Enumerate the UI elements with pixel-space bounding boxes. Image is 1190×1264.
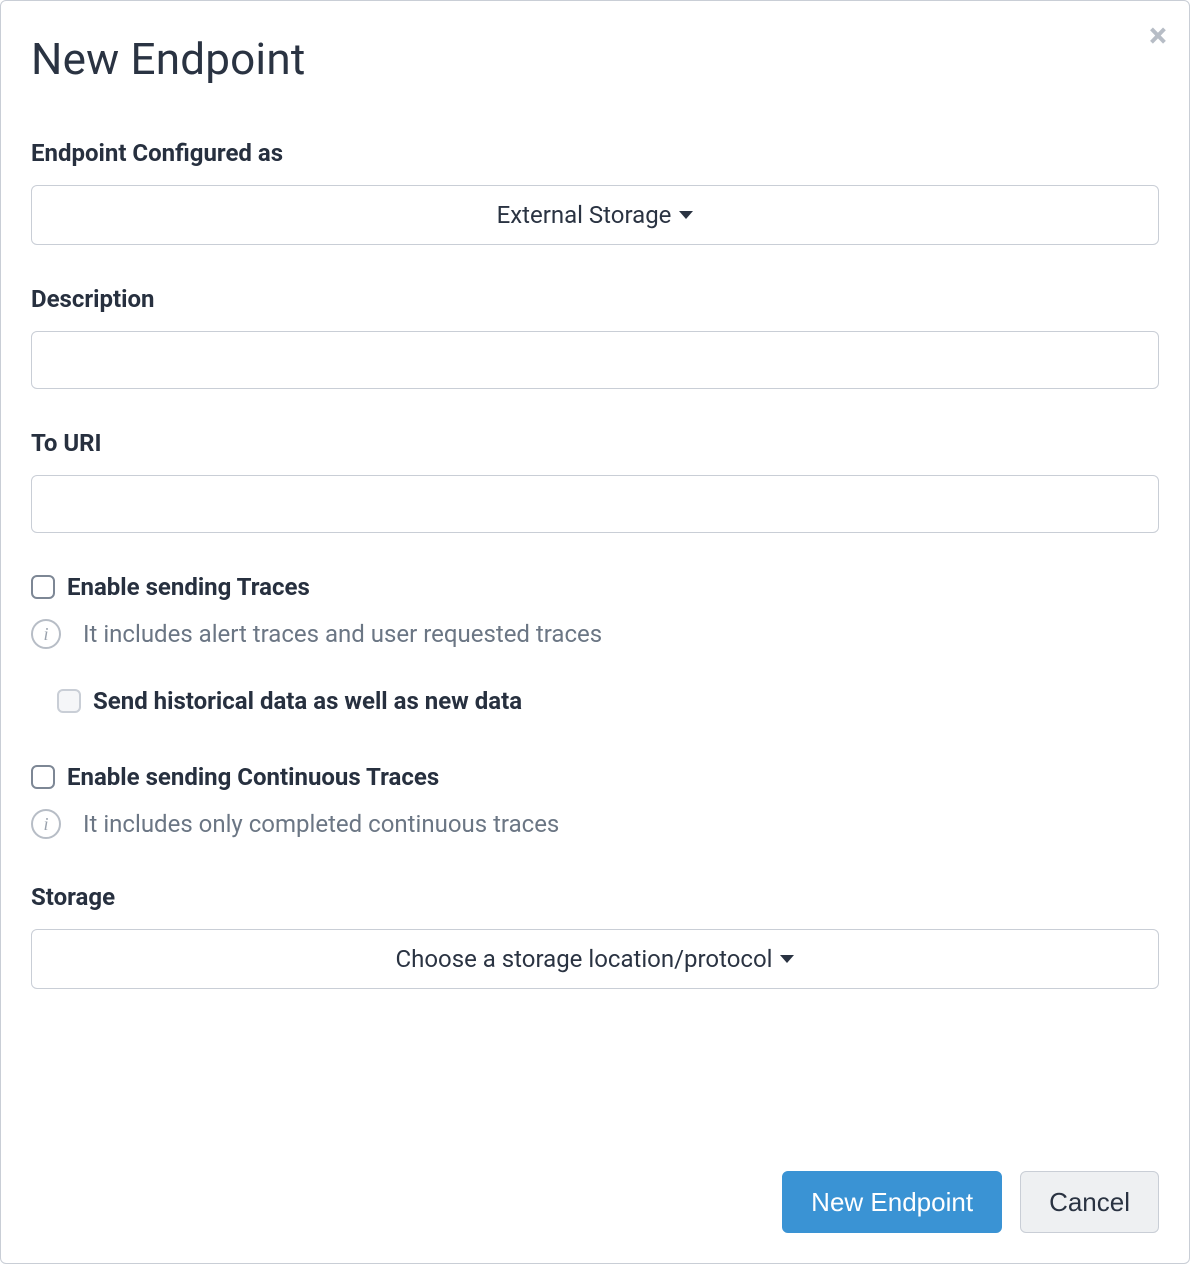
info-icon: i	[31, 809, 61, 839]
cancel-button[interactable]: Cancel	[1020, 1171, 1159, 1233]
enable-continuous-hint: It includes only completed continuous tr…	[83, 810, 559, 838]
enable-traces-hint-row: i It includes alert traces and user requ…	[31, 619, 1159, 649]
enable-continuous-checkbox[interactable]	[31, 765, 55, 789]
enable-continuous-row: Enable sending Continuous Traces	[31, 763, 1159, 791]
send-historical-row: Send historical data as well as new data	[31, 687, 1159, 715]
send-historical-label: Send historical data as well as new data	[93, 687, 522, 715]
new-endpoint-modal: × New Endpoint Endpoint Configured as Ex…	[0, 0, 1190, 1264]
storage-value: Choose a storage location/protocol	[396, 945, 773, 973]
to-uri-group: To URI	[31, 429, 1159, 533]
enable-continuous-hint-row: i It includes only completed continuous …	[31, 809, 1159, 839]
chevron-down-icon	[679, 211, 693, 219]
info-icon: i	[31, 619, 61, 649]
modal-footer: New Endpoint Cancel	[31, 1131, 1159, 1233]
close-icon[interactable]: ×	[1149, 19, 1167, 53]
enable-traces-label: Enable sending Traces	[67, 573, 310, 601]
description-label: Description	[31, 285, 1159, 313]
storage-select[interactable]: Choose a storage location/protocol	[31, 929, 1159, 989]
new-endpoint-button[interactable]: New Endpoint	[782, 1171, 1002, 1233]
to-uri-input[interactable]	[31, 475, 1159, 533]
configured-as-label: Endpoint Configured as	[31, 139, 1159, 167]
configured-as-value: External Storage	[497, 201, 672, 229]
modal-title: New Endpoint	[31, 33, 1159, 85]
enable-traces-checkbox[interactable]	[31, 575, 55, 599]
to-uri-label: To URI	[31, 429, 1159, 457]
enable-traces-hint: It includes alert traces and user reques…	[83, 620, 602, 648]
configured-as-group: Endpoint Configured as External Storage	[31, 139, 1159, 245]
chevron-down-icon	[780, 955, 794, 963]
enable-continuous-label: Enable sending Continuous Traces	[67, 763, 439, 791]
send-historical-checkbox[interactable]	[57, 689, 81, 713]
enable-traces-row: Enable sending Traces	[31, 573, 1159, 601]
description-input[interactable]	[31, 331, 1159, 389]
storage-label: Storage	[31, 883, 1159, 911]
description-group: Description	[31, 285, 1159, 389]
configured-as-select[interactable]: External Storage	[31, 185, 1159, 245]
storage-group: Storage Choose a storage location/protoc…	[31, 883, 1159, 989]
